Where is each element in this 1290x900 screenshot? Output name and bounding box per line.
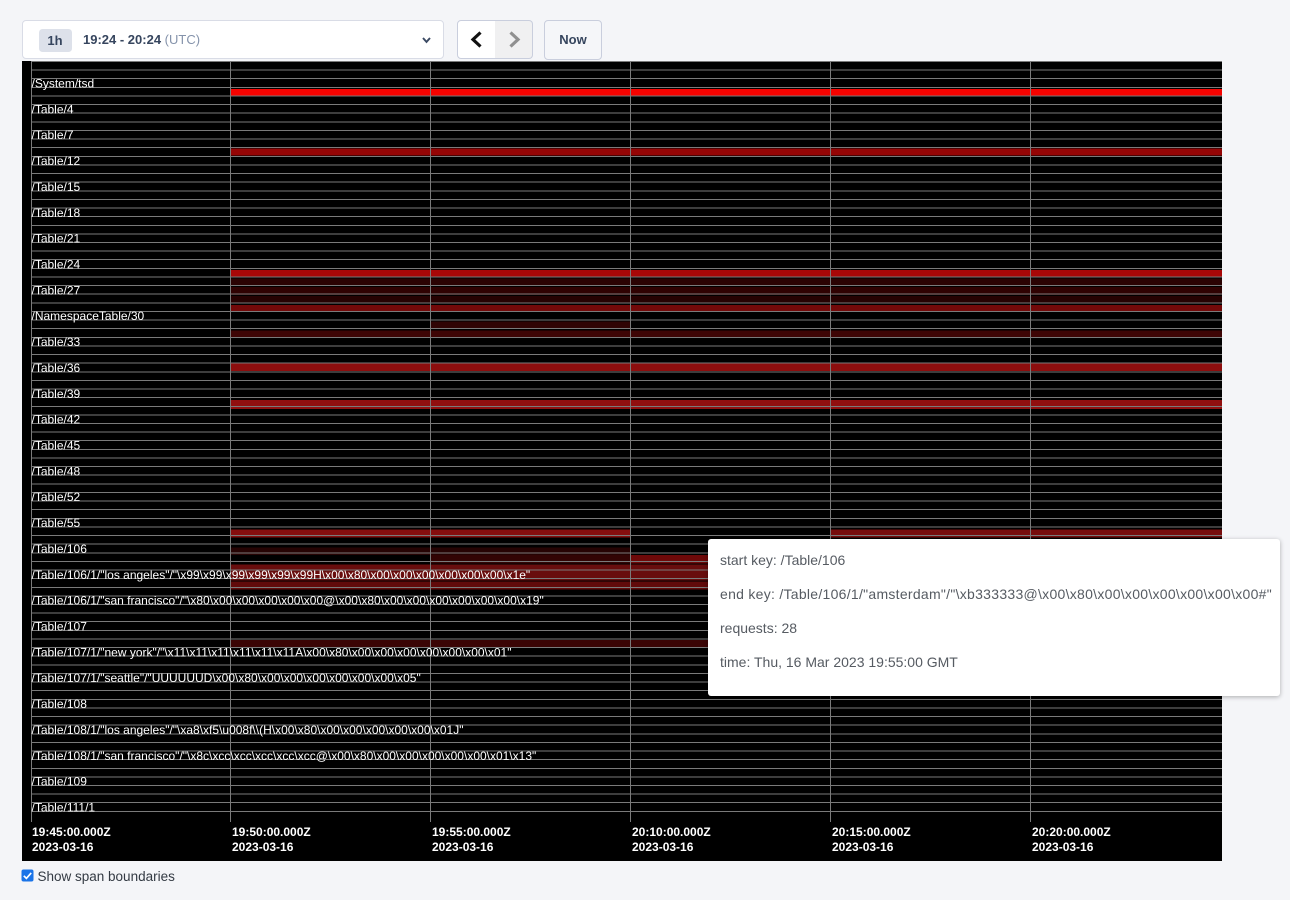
svg-text:2023-03-16: 2023-03-16 xyxy=(632,840,694,854)
svg-text:/Table/107: /Table/107 xyxy=(32,620,88,634)
svg-text:/Table/42: /Table/42 xyxy=(32,413,81,427)
svg-text:20:15:00.000Z: 20:15:00.000Z xyxy=(832,825,911,839)
svg-text:/Table/39: /Table/39 xyxy=(32,387,81,401)
svg-text:/Table/24: /Table/24 xyxy=(32,258,81,272)
svg-text:19:55:00.000Z: 19:55:00.000Z xyxy=(432,825,511,839)
svg-text:2023-03-16: 2023-03-16 xyxy=(232,840,294,854)
svg-text:/Table/27: /Table/27 xyxy=(32,283,81,297)
svg-text:/Table/107/1/"seattle"/"UUUUUU: /Table/107/1/"seattle"/"UUUUUUD\x00\x80\… xyxy=(32,671,421,685)
svg-text:/Table/107/1/"new york"/"\x11\: /Table/107/1/"new york"/"\x11\x11\x11\x1… xyxy=(32,645,512,659)
svg-text:/Table/4: /Table/4 xyxy=(32,102,74,116)
svg-text:/Table/106/1/"los angeles"/"\x: /Table/106/1/"los angeles"/"\x99\x99\x99… xyxy=(32,568,531,582)
svg-text:20:20:00.000Z: 20:20:00.000Z xyxy=(1032,825,1111,839)
svg-text:/Table/106/1/"san francisco"/": /Table/106/1/"san francisco"/"\x80\x00\x… xyxy=(32,594,544,608)
svg-text:/Table/52: /Table/52 xyxy=(32,490,81,504)
svg-text:20:10:00.000Z: 20:10:00.000Z xyxy=(632,825,711,839)
svg-text:/Table/45: /Table/45 xyxy=(32,439,81,453)
svg-text:/Table/55: /Table/55 xyxy=(32,516,81,530)
svg-text:/Table/21: /Table/21 xyxy=(32,232,81,246)
svg-text:/System/tsd: /System/tsd xyxy=(32,77,95,91)
svg-text:2023-03-16: 2023-03-16 xyxy=(832,840,894,854)
svg-text:/Table/111/1: /Table/111/1 xyxy=(32,801,96,815)
svg-text:/Table/15: /Table/15 xyxy=(32,180,81,194)
svg-text:/Table/108: /Table/108 xyxy=(32,697,88,711)
svg-text:/Table/33: /Table/33 xyxy=(32,335,81,349)
svg-text:/Table/108/1/"san francisco"/": /Table/108/1/"san francisco"/"\x8c\xcc\x… xyxy=(32,749,537,763)
svg-text:/Table/108/1/"los angeles"/"\x: /Table/108/1/"los angeles"/"\xa8\xf5\u00… xyxy=(32,723,464,737)
svg-text:2023-03-16: 2023-03-16 xyxy=(432,840,494,854)
svg-text:19:50:00.000Z: 19:50:00.000Z xyxy=(232,825,311,839)
svg-text:/Table/7: /Table/7 xyxy=(32,128,74,142)
svg-text:/Table/106: /Table/106 xyxy=(32,542,88,556)
svg-text:2023-03-16: 2023-03-16 xyxy=(1032,840,1094,854)
svg-text:/Table/36: /Table/36 xyxy=(32,361,81,375)
svg-text:/Table/48: /Table/48 xyxy=(32,464,81,478)
svg-text:19:45:00.000Z: 19:45:00.000Z xyxy=(32,825,111,839)
svg-text:/NamespaceTable/30: /NamespaceTable/30 xyxy=(32,309,145,323)
svg-text:2023-03-16: 2023-03-16 xyxy=(32,840,94,854)
svg-text:/Table/109: /Table/109 xyxy=(32,775,88,789)
svg-text:/Table/12: /Table/12 xyxy=(32,154,81,168)
svg-text:/Table/18: /Table/18 xyxy=(32,206,81,220)
